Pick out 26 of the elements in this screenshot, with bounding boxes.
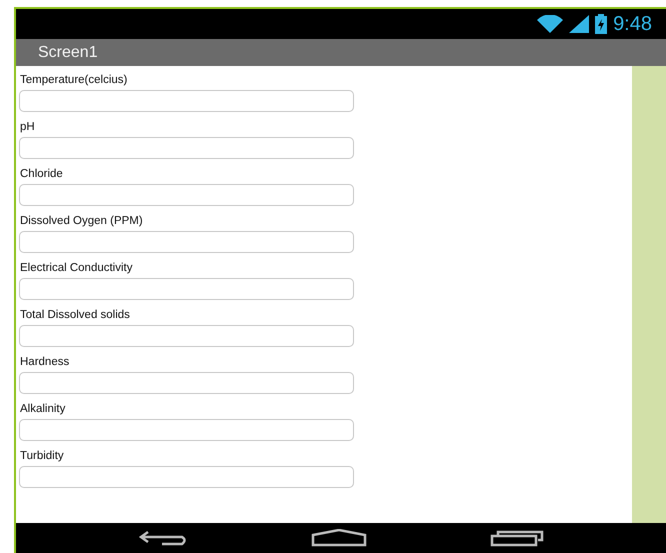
battery-icon [595,14,608,34]
back-icon[interactable] [138,530,188,546]
signal-icon [569,15,590,33]
field-label: Hardness [20,355,70,369]
field-label: Turbidity [20,449,65,463]
clock-time: 9:48 [613,12,652,37]
input-field[interactable] [19,90,354,112]
field-label: Alkalinity [20,402,66,416]
input-field[interactable] [19,278,354,300]
field-label: Chloride [20,167,64,181]
input-field[interactable] [19,137,354,159]
input-field[interactable] [19,372,354,394]
wifi-icon [537,15,564,33]
input-field[interactable] [19,466,354,488]
field-label: Dissolved Oygen (PPM) [20,214,144,228]
input-field[interactable] [19,231,354,253]
input-field[interactable] [19,419,354,441]
home-icon[interactable] [310,529,367,547]
input-field[interactable] [19,325,354,347]
field-label: Temperature(celcius) [20,73,128,87]
recents-icon[interactable] [490,529,544,547]
field-label: pH [20,120,36,134]
screen-title: Screen1 [38,42,98,62]
field-label: Total Dissolved solids [20,308,131,322]
field-label: Electrical Conductivity [20,261,134,275]
input-field[interactable] [19,184,354,206]
